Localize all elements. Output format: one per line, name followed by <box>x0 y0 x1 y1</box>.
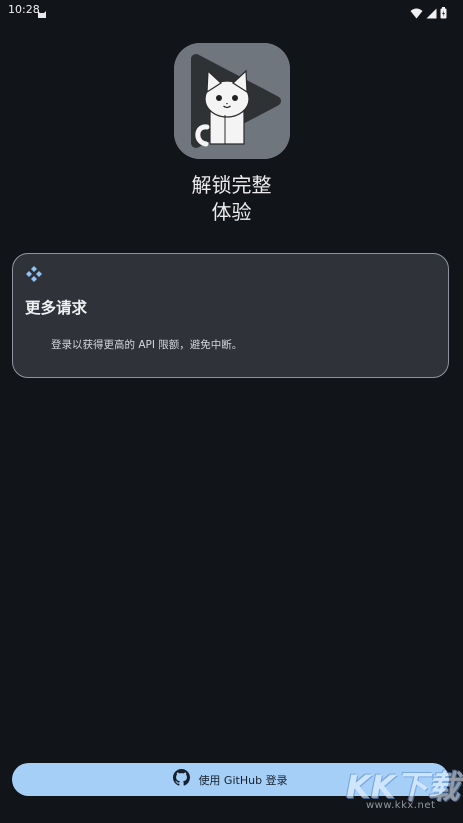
status-icons <box>410 4 447 23</box>
page-title: 解锁完整 体验 <box>0 172 463 226</box>
title-line-2: 体验 <box>211 200 252 224</box>
github-icon <box>173 769 191 790</box>
status-bar: 10:28 <box>0 0 463 22</box>
login-button-label: 使用 GitHub 登录 <box>198 773 288 787</box>
card-title: 更多请求 <box>25 299 88 317</box>
notification-cat-icon <box>37 4 47 23</box>
wifi-icon <box>410 4 423 23</box>
feature-card: 更多请求 登录以获得更高的 API 限额，避免中断。 <box>12 253 449 378</box>
title-line-1: 解锁完整 <box>191 173 272 197</box>
battery-icon <box>440 4 447 23</box>
status-time: 10:28 <box>8 3 40 16</box>
card-description: 登录以获得更高的 API 限额，避免中断。 <box>51 339 243 351</box>
diamond-icon <box>25 265 43 287</box>
app-logo-icon <box>174 43 290 159</box>
watermark-url: www.kkx.net <box>366 800 436 811</box>
signal-icon <box>426 4 437 23</box>
